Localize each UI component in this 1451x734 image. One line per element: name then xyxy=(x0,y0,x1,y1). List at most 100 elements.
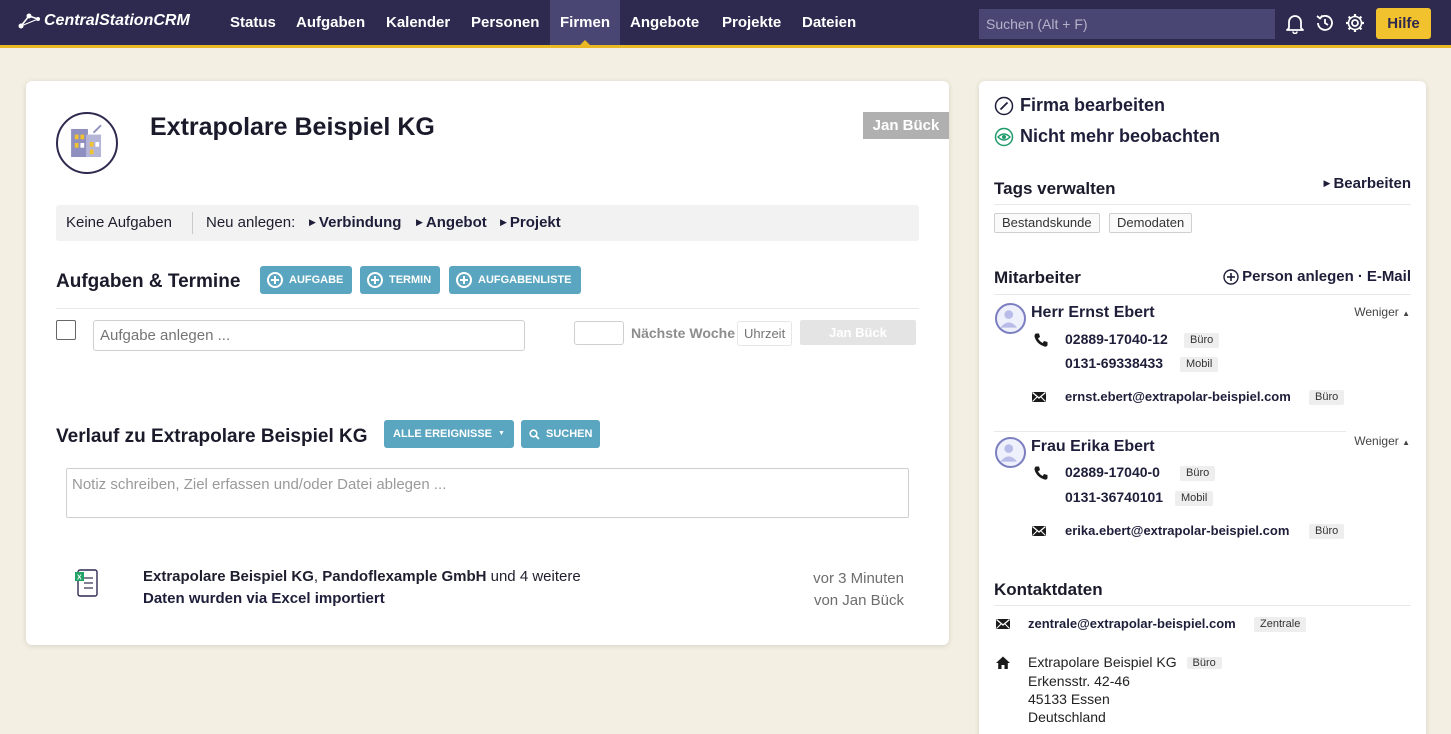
help-button[interactable]: Hilfe xyxy=(1376,8,1431,39)
divider xyxy=(56,308,919,309)
address-country: Deutschland xyxy=(1028,709,1106,725)
task-date-input[interactable] xyxy=(574,321,624,345)
nav-aufgaben[interactable]: Aufgaben xyxy=(286,0,375,45)
task-assignee-button[interactable]: Jan Bück xyxy=(800,320,916,345)
phone-icon xyxy=(1034,333,1048,347)
history-author: von Jan Bück xyxy=(813,592,904,609)
global-search-input[interactable] xyxy=(979,9,1275,39)
caret-right-icon: ▶ xyxy=(309,217,316,227)
company-avatar xyxy=(56,112,118,174)
contact-title: Kontaktdaten xyxy=(994,580,1103,599)
no-tasks-text: Keine Aufgaben xyxy=(66,214,172,231)
tag-chip[interactable]: Demodaten xyxy=(1109,213,1193,233)
plus-circle-icon xyxy=(367,272,383,288)
email-link[interactable]: erika.ebert@extrapolar-beispiel.com xyxy=(1065,523,1289,538)
staff-email-link[interactable]: E-Mail xyxy=(1367,268,1411,285)
person-name-link[interactable]: Frau Erika Ebert xyxy=(1031,438,1155,456)
caret-right-icon: ▶ xyxy=(416,217,423,227)
history-search-button[interactable]: SUCHEN xyxy=(521,420,601,448)
task-done-checkbox[interactable] xyxy=(56,320,76,340)
pencil-circle-icon xyxy=(994,96,1014,115)
staff-actions: Person anlegen · E-Mail xyxy=(1223,268,1411,285)
new-project-link[interactable]: ▶ Projekt xyxy=(500,214,561,231)
phone-number-link[interactable]: 02889-17040-12 xyxy=(1065,331,1168,347)
company-main-card: Extrapolare Beispiel KG Jan Bück Keine A… xyxy=(26,81,949,645)
tags-edit-link[interactable]: ▶ Bearbeiten xyxy=(1324,175,1411,192)
nav-angebote[interactable]: Angebote xyxy=(620,0,709,45)
add-appointment-button[interactable]: TERMIN xyxy=(360,266,441,294)
person-icon xyxy=(1000,310,1018,328)
building-icon xyxy=(71,124,102,158)
tag-chip[interactable]: Bestandskunde xyxy=(994,213,1100,233)
email-type-badge: Büro xyxy=(1309,390,1345,405)
company-action-bar: Keine Aufgaben Neu anlegen: ▶ Verbindung … xyxy=(56,205,919,241)
person-avatar[interactable] xyxy=(995,303,1026,334)
address-city: 45133 Essen xyxy=(1028,691,1110,707)
plus-circle-icon xyxy=(267,272,283,288)
divider xyxy=(994,294,1411,295)
phone-number-link[interactable]: 0131-69338433 xyxy=(1065,355,1163,371)
address-type-badge: Büro xyxy=(1186,657,1222,669)
caret-up-icon: ▲ xyxy=(1402,438,1410,447)
phone-type-badge: Mobil xyxy=(1175,491,1214,506)
history-more-text[interactable]: und 4 weitere xyxy=(491,568,581,585)
unwatch-link[interactable]: Nicht mehr beobachten xyxy=(994,126,1220,147)
company-title: Extrapolare Beispiel KG xyxy=(150,113,435,141)
new-label: Neu anlegen: xyxy=(206,214,296,231)
gear-icon[interactable] xyxy=(1344,12,1366,34)
nav-dateien[interactable]: Dateien xyxy=(792,0,866,45)
person-name-link[interactable]: Herr Ernst Ebert xyxy=(1031,304,1155,322)
new-offer-link[interactable]: ▶ Angebot xyxy=(416,214,487,231)
person-icon xyxy=(1000,444,1018,462)
collapse-toggle[interactable]: Weniger ▲ xyxy=(1354,434,1410,448)
caret-right-icon: ▶ xyxy=(1323,178,1331,188)
app-logo[interactable]: CentralStationCRM xyxy=(18,12,190,30)
company-email-link[interactable]: zentrale@extrapolar-beispiel.com xyxy=(1028,616,1236,631)
nav-personen[interactable]: Personen xyxy=(461,0,549,45)
task-title-input[interactable] xyxy=(93,320,525,351)
history-icon[interactable] xyxy=(1314,12,1336,34)
person-avatar[interactable] xyxy=(995,437,1026,468)
nav-status[interactable]: Status xyxy=(220,0,286,45)
bell-icon[interactable] xyxy=(1284,12,1306,34)
new-connection-link[interactable]: ▶ Verbindung xyxy=(309,214,401,231)
nav-kalender[interactable]: Kalender xyxy=(376,0,460,45)
nav-firmen[interactable]: Firmen xyxy=(550,0,621,46)
company-address: Extrapolare Beispiel KG Büro Erkensstr. … xyxy=(1028,653,1222,726)
event-filter-dropdown[interactable]: ALLE EREIGNISSE ▼ xyxy=(384,420,514,448)
home-icon xyxy=(996,656,1010,669)
eye-icon xyxy=(994,127,1014,146)
history-time: vor 3 Minuten xyxy=(813,570,904,587)
divider xyxy=(994,431,1346,432)
phone-icon xyxy=(1034,466,1048,480)
collapse-toggle[interactable]: Weniger ▲ xyxy=(1354,305,1410,319)
add-tasklist-button[interactable]: AUFGABENLISTE xyxy=(449,266,581,294)
phone-type-badge: Büro xyxy=(1180,466,1216,481)
envelope-icon xyxy=(1032,526,1046,536)
next-week-label[interactable]: Nächste Woche xyxy=(631,325,735,341)
history-entry-meta: vor 3 Minuten von Jan Bück xyxy=(813,568,904,612)
history-company-link[interactable]: Extrapolare Beispiel KG xyxy=(143,568,314,585)
history-company-link[interactable]: Pandoflexample GmbH xyxy=(322,568,486,585)
staff-title: Mitarbeiter xyxy=(994,268,1081,287)
task-time-input[interactable] xyxy=(737,321,792,346)
phone-type-badge: Büro xyxy=(1184,333,1220,348)
phone-number-link[interactable]: 02889-17040-0 xyxy=(1065,464,1160,480)
note-textarea[interactable]: Notiz schreiben, Ziel erfassen und/oder … xyxy=(66,468,909,518)
address-street: Erkensstr. 42-46 xyxy=(1028,673,1130,689)
top-navigation: CentralStationCRM Status Aufgaben Kalend… xyxy=(0,0,1451,48)
owner-badge[interactable]: Jan Bück xyxy=(863,112,949,139)
svg-text:X: X xyxy=(77,575,82,582)
email-link[interactable]: ernst.ebert@extrapolar-beispiel.com xyxy=(1065,389,1291,404)
phone-number-link[interactable]: 0131-36740101 xyxy=(1065,489,1163,505)
edit-company-link[interactable]: Firma bearbeiten xyxy=(994,95,1165,116)
logo-text: CentralStationCRM xyxy=(44,12,190,29)
address-name: Extrapolare Beispiel KG Büro xyxy=(1028,653,1222,672)
nav-projekte[interactable]: Projekte xyxy=(712,0,791,45)
email-type-badge: Büro xyxy=(1309,524,1345,539)
plus-circle-icon xyxy=(456,272,472,288)
plus-circle-icon xyxy=(1223,268,1239,285)
add-person-link[interactable]: Person anlegen xyxy=(1223,268,1354,285)
add-task-button[interactable]: AUFGABE xyxy=(260,266,353,294)
separator-dot: · xyxy=(1357,268,1363,285)
